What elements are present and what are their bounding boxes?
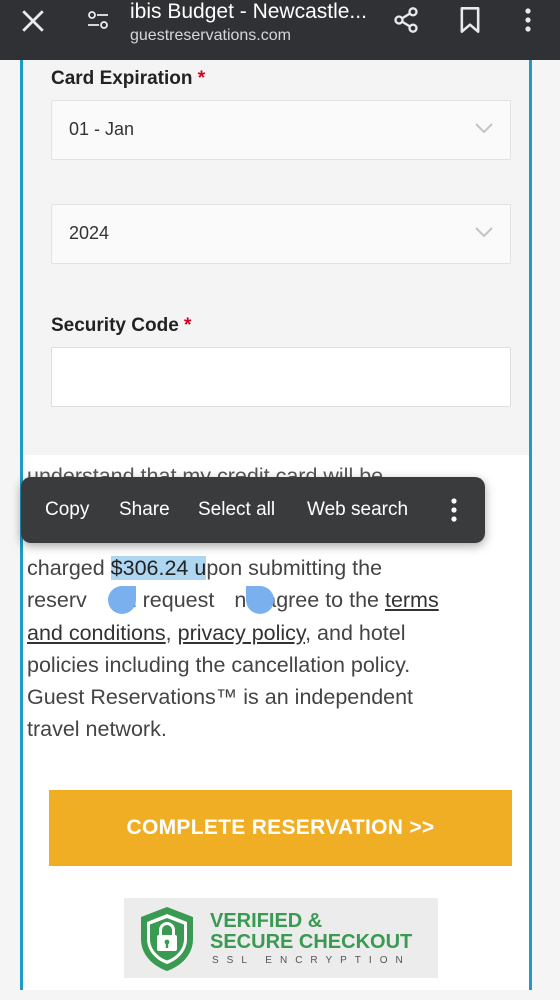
payment-form: Card Expiration * 01 - Jan 2024 Security…	[23, 60, 529, 455]
required-mark: *	[184, 315, 192, 336]
selection-start-handle[interactable]	[108, 586, 136, 614]
badge-line-1: VERIFIED &	[210, 910, 323, 932]
card-expiration-label: Card Expiration *	[51, 68, 206, 89]
privacy-policy-link[interactable]: privacy policy	[178, 621, 305, 645]
select-all-button[interactable]: Select all	[198, 499, 275, 521]
expiration-month-select[interactable]: 01 - Jan	[51, 100, 511, 160]
terms-link-cont[interactable]: and conditions	[27, 621, 166, 645]
page-title[interactable]: ibis Budget - Newcastle...	[130, 0, 375, 24]
terms-line-5: Guest Reservations™ is an independent	[27, 685, 414, 710]
copy-button[interactable]: Copy	[45, 499, 89, 521]
terms-line-3: and conditions, privacy policy, and hote…	[27, 620, 406, 645]
share-icon[interactable]	[392, 6, 420, 34]
secure-checkout-badge: VERIFIED & SECURE CHECKOUT SSL ENCRYPTIO…	[124, 898, 438, 978]
browser-toolbar: ibis Budget - Newcastle... guestreservat…	[0, 0, 560, 60]
month-value: 01 - Jan	[69, 119, 135, 139]
selection-end-handle[interactable]	[246, 586, 274, 614]
page-url[interactable]: guestreservations.com	[130, 27, 291, 45]
terms-line-1: charged $306.24 upon submitting the	[27, 556, 383, 580]
selected-amount[interactable]: $306.24 u	[110, 556, 207, 580]
tune-icon[interactable]	[86, 8, 110, 32]
share-button[interactable]: Share	[119, 499, 170, 521]
more-vert-icon[interactable]	[449, 497, 459, 525]
chevron-down-icon	[475, 227, 493, 238]
year-value: 2024	[69, 223, 110, 243]
terms-line-6: travel network.	[27, 717, 167, 742]
terms-line-4: policies including the cancellation poli…	[27, 652, 411, 677]
complete-reservation-button[interactable]: COMPLETE RESERVATION >>	[49, 790, 512, 866]
shield-lock-icon	[141, 907, 193, 971]
web-search-button[interactable]: Web search	[307, 499, 408, 521]
required-mark: *	[197, 68, 206, 89]
expiration-year-select[interactable]: 2024	[51, 204, 511, 264]
badge-line-2: SECURE CHECKOUT	[210, 931, 413, 953]
more-vert-icon[interactable]	[518, 6, 538, 34]
terms-link[interactable]: terms	[385, 588, 439, 612]
close-icon[interactable]	[20, 8, 46, 34]
security-code-label: Security Code *	[51, 315, 192, 336]
security-code-input[interactable]	[51, 347, 511, 407]
chevron-down-icon	[475, 123, 493, 134]
bookmark-icon[interactable]	[458, 6, 482, 34]
terms-paragraph: charged $306.24 upon submitting the rese…	[27, 552, 497, 746]
page-bottom	[0, 990, 560, 1000]
badge-line-3: SSL ENCRYPTION	[212, 955, 411, 966]
text-selection-menu: Copy Share Select all Web search	[21, 477, 485, 543]
